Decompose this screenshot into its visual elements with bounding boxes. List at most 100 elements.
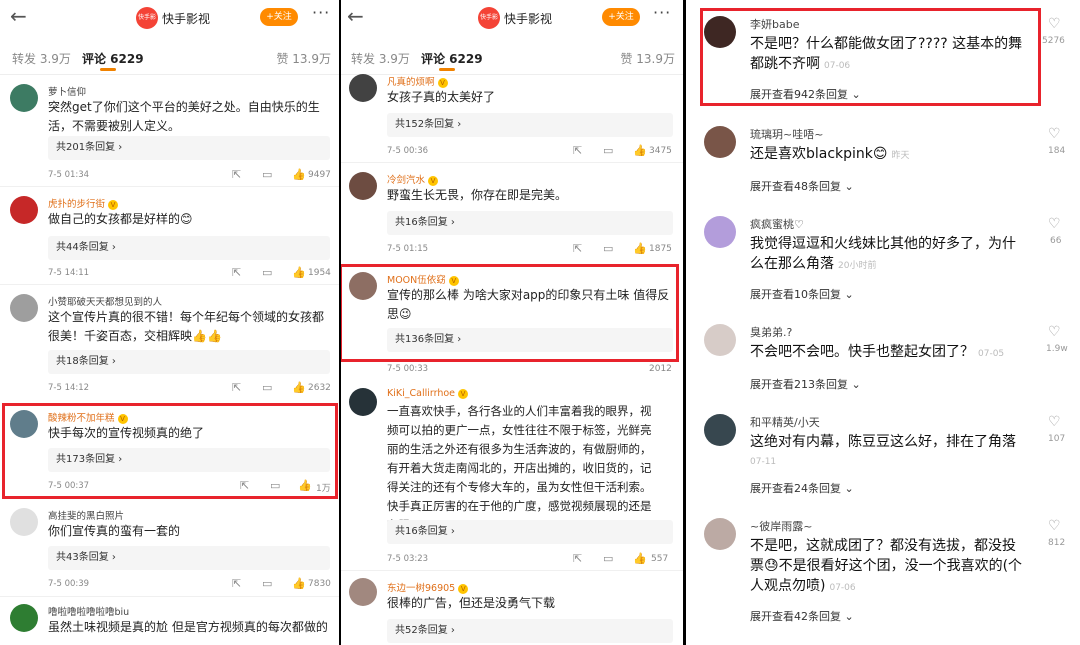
expand-replies-link[interactable]: 展开查看42条回复	[750, 610, 841, 623]
share-icon[interactable]: ⇱	[573, 243, 582, 255]
back-arrow-icon[interactable]: ←	[10, 6, 27, 26]
replies-link[interactable]: 共43条回复 ›	[48, 546, 330, 570]
comment-username[interactable]: ~彼岸雨露~	[750, 518, 812, 534]
chevron-down-icon[interactable]: ⌄	[845, 610, 854, 623]
chevron-down-icon[interactable]: ⌄	[852, 378, 861, 391]
account-avatar[interactable]: 快手影视	[136, 7, 158, 43]
avatar[interactable]	[10, 294, 38, 322]
divider	[0, 596, 339, 597]
tab-likes[interactable]: 赞 13.9万	[276, 50, 331, 67]
tab-comments[interactable]: 评论 6229	[82, 50, 144, 67]
comment-icon[interactable]: ▭	[262, 382, 272, 394]
replies-link[interactable]: 共152条回复 ›	[387, 113, 673, 137]
expand-replies-link[interactable]: 展开查看10条回复	[750, 288, 841, 301]
avatar[interactable]	[704, 518, 736, 550]
heart-icon[interactable]: ♡	[1048, 324, 1061, 340]
top-bar: ← 快手影视 快手影视 +关注 ···	[0, 0, 339, 43]
replies-link[interactable]: 共18条回复 ›	[48, 350, 330, 374]
share-icon[interactable]: ⇱	[573, 553, 582, 565]
like-count: 1875	[649, 244, 672, 254]
comment-username[interactable]: 噜啦噜啦噜啦噜biu	[48, 604, 129, 618]
comment-username[interactable]: 琉璃玥~哇唔~	[750, 126, 823, 142]
tab-repost[interactable]: 转发 3.9万	[351, 50, 410, 67]
tab-likes[interactable]: 赞 13.9万	[620, 50, 675, 67]
expand-replies-link[interactable]: 展开查看213条回复	[750, 378, 848, 391]
tab-comments[interactable]: 评论 6229	[421, 50, 483, 67]
tab-repost[interactable]: 转发 3.9万	[12, 50, 71, 67]
heart-icon[interactable]: ♡	[1048, 126, 1061, 142]
avatar[interactable]	[349, 388, 377, 416]
more-dots-icon[interactable]: ···	[653, 3, 671, 22]
thumb-up-icon[interactable]: 👍	[633, 553, 647, 565]
follow-button[interactable]: +关注	[602, 8, 640, 26]
avatar[interactable]	[10, 604, 38, 632]
comment-icon[interactable]: ▭	[262, 267, 272, 279]
account-name[interactable]: 快手影视	[504, 10, 552, 27]
comment-username[interactable]: 冷剑汽水	[387, 175, 425, 186]
comment-username[interactable]: 臭弟弟.?	[750, 324, 792, 340]
comment-icon[interactable]: ▭	[262, 578, 272, 590]
like-count: 9497	[308, 170, 331, 180]
avatar[interactable]	[10, 508, 38, 536]
avatar[interactable]	[349, 74, 377, 102]
like-count: 557	[651, 554, 669, 564]
avatar[interactable]	[704, 414, 736, 446]
account-name[interactable]: 快手影视	[162, 10, 210, 27]
share-icon[interactable]: ⇱	[232, 578, 241, 590]
back-arrow-icon[interactable]: ←	[347, 6, 364, 26]
share-icon[interactable]: ⇱	[232, 382, 241, 394]
comment-text-line: 人观点勿喷)	[750, 578, 826, 594]
comment-text-line: 活，不需要被别人定义。	[48, 119, 181, 133]
share-icon[interactable]: ⇱	[232, 267, 241, 279]
expand-replies-link[interactable]: 展开查看24条回复	[750, 482, 841, 495]
comment-icon[interactable]: ▭	[603, 243, 613, 255]
account-avatar[interactable]: 快手影视	[478, 7, 500, 43]
comment-icon[interactable]: ▭	[603, 553, 613, 565]
avatar[interactable]	[704, 126, 736, 158]
chevron-down-icon[interactable]: ⌄	[845, 482, 854, 495]
avatar[interactable]	[349, 172, 377, 200]
replies-link[interactable]: 共52条回复 ›	[387, 619, 673, 643]
share-icon[interactable]: ⇱	[232, 169, 241, 181]
follow-button[interactable]: +关注	[260, 8, 298, 26]
comment-username[interactable]: 虎扑的步行街	[48, 199, 105, 210]
more-dots-icon[interactable]: ···	[312, 3, 330, 22]
comment-username[interactable]: KiKi_Callirrhoe	[387, 388, 455, 399]
comment-username[interactable]: 和平精英/小天	[750, 414, 820, 430]
comment-username[interactable]: 凡真的烦啊	[387, 77, 435, 88]
comment-username[interactable]: 东边一树96905	[387, 583, 455, 594]
thumb-up-icon[interactable]: 👍	[292, 267, 306, 279]
replies-link[interactable]: 共16条回复 ›	[387, 211, 673, 235]
thumb-up-icon[interactable]: 👍	[292, 169, 306, 181]
expand-replies-link[interactable]: 展开查看48条回复	[750, 180, 841, 193]
replies-link[interactable]: 共16条回复 ›	[387, 520, 673, 544]
replies-link[interactable]: 共44条回复 ›	[48, 236, 330, 260]
comment-username[interactable]: 萝卜信仰	[48, 84, 86, 98]
avatar[interactable]	[10, 196, 38, 224]
comment-text-line: 一直喜欢快手，各行各业的人们丰富着我的眼界，视	[387, 404, 652, 418]
replies-link[interactable]: 共201条回复 ›	[48, 136, 330, 160]
comment-username[interactable]: 小赞耶破天天都想见到的人	[48, 294, 162, 308]
heart-icon[interactable]: ♡	[1048, 16, 1061, 32]
heart-icon[interactable]: ♡	[1048, 518, 1061, 534]
avatar[interactable]	[10, 84, 38, 112]
highlight-box	[341, 264, 679, 362]
comment-icon[interactable]: ▭	[262, 169, 272, 181]
avatar[interactable]	[704, 216, 736, 248]
comments-panel-right: 李妍babe 不是吧？什么都能做女团了???? 这基本的舞 都跳不齐啊 07-06…	[686, 0, 1080, 645]
comment-username[interactable]: 疯疯蜜桃♡	[750, 216, 804, 232]
heart-icon[interactable]: ♡	[1048, 414, 1061, 430]
share-icon[interactable]: ⇱	[573, 145, 582, 157]
thumb-up-icon[interactable]: 👍	[292, 382, 306, 394]
chevron-down-icon[interactable]: ⌄	[845, 180, 854, 193]
chevron-down-icon[interactable]: ⌄	[845, 288, 854, 301]
thumb-up-icon[interactable]: 👍	[292, 578, 306, 590]
thumb-up-icon[interactable]: 👍	[633, 243, 647, 255]
thumb-up-icon[interactable]: 👍	[633, 145, 647, 157]
avatar[interactable]	[704, 324, 736, 356]
comment-time: 07-06	[829, 583, 856, 593]
comment-icon[interactable]: ▭	[603, 145, 613, 157]
avatar[interactable]	[349, 578, 377, 606]
comment-username[interactable]: 高挂斐的黑白照片	[48, 508, 124, 522]
heart-icon[interactable]: ♡	[1048, 216, 1061, 232]
